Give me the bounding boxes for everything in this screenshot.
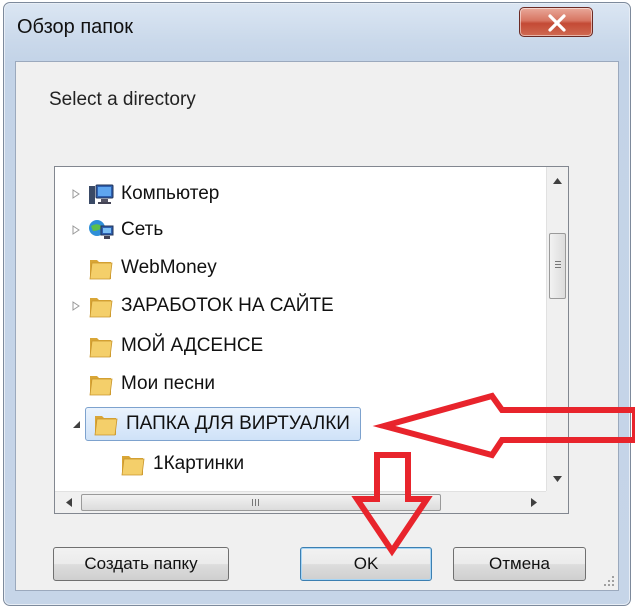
network-icon xyxy=(89,220,114,239)
tree-item-songs[interactable]: Мои песни xyxy=(69,367,215,401)
dialog-window: Обзор папок Select a directory Компьютер… xyxy=(3,2,631,606)
window-title: Обзор папок xyxy=(17,16,133,38)
prompt-text: Select a directory xyxy=(49,89,196,110)
ok-button[interactable]: OK xyxy=(300,547,432,581)
folder-icon xyxy=(89,260,113,280)
tree-item-virtualka[interactable]: ПАПКА ДЛЯ ВИРТУАЛКИ xyxy=(69,407,361,441)
dialog-body: Select a directory Компьютер Сеть WebMon… xyxy=(15,61,619,591)
tree-item-webmoney[interactable]: WebMoney xyxy=(69,251,217,285)
vertical-scroll-thumb[interactable] xyxy=(549,233,566,299)
horizontal-scrollbar[interactable] xyxy=(55,491,548,513)
tree-item-zarabotok[interactable]: ЗАРАБОТОК НА САЙТЕ xyxy=(69,289,334,323)
selection-highlight: ПАПКА ДЛЯ ВИРТУАЛКИ xyxy=(85,407,361,441)
tree-item-label: МОЙ АДСЕНСЕ xyxy=(121,335,264,356)
folder-icon xyxy=(94,416,118,436)
folder-tree[interactable]: Компьютер Сеть WebMoney ЗАРАБОТОК НА САЙ… xyxy=(54,166,569,514)
tree-item-label: 1Картинки xyxy=(153,453,245,474)
tree-item-computer[interactable]: Компьютер xyxy=(69,177,219,211)
horizontal-scroll-thumb[interactable] xyxy=(81,494,441,511)
scrollbar-corner xyxy=(546,491,568,513)
scroll-left-button[interactable] xyxy=(59,492,79,513)
close-button[interactable] xyxy=(519,7,593,37)
folder-icon xyxy=(89,338,113,358)
tree-item-label: Сеть xyxy=(121,219,164,240)
tree-item-label: Компьютер xyxy=(121,183,220,204)
expand-arrow-icon[interactable] xyxy=(69,187,83,201)
tree-item-label: WebMoney xyxy=(121,257,217,278)
scroll-right-button[interactable] xyxy=(524,492,544,513)
tree-item-label: ЗАРАБОТОК НА САЙТЕ xyxy=(121,295,334,316)
chevron-right-icon xyxy=(531,498,537,507)
resize-grip-icon[interactable] xyxy=(601,573,615,587)
folder-icon xyxy=(121,456,145,476)
computer-icon xyxy=(89,184,114,204)
vertical-scrollbar[interactable] xyxy=(546,167,568,493)
tree-item-network[interactable]: Сеть xyxy=(69,213,163,247)
tree-item-label: Мои песни xyxy=(121,373,215,394)
expand-arrow-icon[interactable] xyxy=(69,223,83,237)
close-icon xyxy=(548,14,566,32)
chevron-down-icon xyxy=(553,476,562,482)
expand-arrow-icon[interactable] xyxy=(69,299,83,313)
tree-item-adsense[interactable]: МОЙ АДСЕНСЕ xyxy=(69,329,263,363)
tree-item-label: ПАПКА ДЛЯ ВИРТУАЛКИ xyxy=(126,413,350,434)
collapse-arrow-icon[interactable] xyxy=(69,417,83,431)
cancel-button[interactable]: Отмена xyxy=(453,547,586,581)
scroll-down-button[interactable] xyxy=(547,469,568,489)
folder-icon xyxy=(89,376,113,396)
folder-icon xyxy=(89,298,113,318)
scroll-up-button[interactable] xyxy=(547,171,568,191)
chevron-up-icon xyxy=(553,178,562,184)
title-bar[interactable]: Обзор папок xyxy=(4,3,630,63)
chevron-left-icon xyxy=(66,498,72,507)
new-folder-button[interactable]: Создать папку xyxy=(53,547,229,581)
tree-item-kartinki[interactable]: 1Картинки xyxy=(101,447,244,481)
